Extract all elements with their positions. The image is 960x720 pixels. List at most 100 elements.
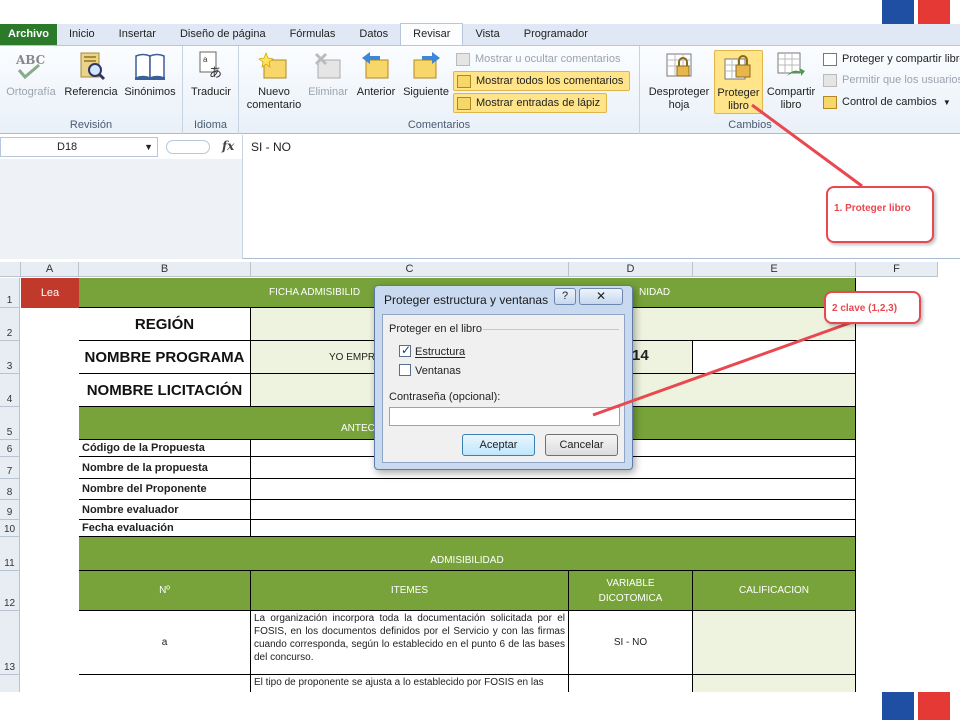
help-button[interactable]: ? [554,288,576,305]
row-header[interactable]: 11 [0,537,20,571]
column-header[interactable]: D [569,262,693,277]
tab-insertar[interactable]: Insertar [107,24,168,45]
password-input[interactable] [389,407,620,426]
compartir-libro-button[interactable]: Compartir libro [763,50,819,112]
label-nombre-proponente[interactable]: Nombre del Proponente [79,479,251,500]
formula-input[interactable]: SI - NO [251,140,291,154]
col-variable[interactable]: VARIABLE DICOTOMICA [569,571,693,611]
label-nombre-programa[interactable]: NOMBRE PROGRAMA [79,341,251,374]
value-nombre-proponente[interactable] [251,479,856,500]
value-nombre-evaluador[interactable] [251,500,856,520]
mostrar-todos-label: Mostrar todos los comentarios [476,75,624,87]
label-nombre-evaluador[interactable]: Nombre evaluador [79,500,251,520]
row-header[interactable]: 10 [0,520,20,537]
label-fecha[interactable]: Fecha evaluación [79,520,251,537]
proteger-compartir-button[interactable]: Proteger y compartir libro [820,50,960,70]
mostrar-entradas-button[interactable]: Mostrar entradas de lápiz [453,93,608,113]
mostrar-ocultar-label: Mostrar u ocultar comentarios [475,53,621,65]
row14-n[interactable] [79,675,251,692]
ortografia-button[interactable]: ABC Ortografía [2,50,60,99]
row-header[interactable]: 9 [0,500,20,520]
permitir-usuarios-button[interactable]: Permitir que los usuarios [820,71,960,91]
column-header[interactable]: E [693,262,856,277]
row-header[interactable]: 3 [0,341,20,374]
callout-clave: 2 clave (1,2,3) [824,291,921,324]
sinonimos-button[interactable]: Sinónimos [120,50,180,99]
row13-calificacion[interactable] [693,611,856,675]
column-header[interactable]: A [21,262,79,277]
row-header[interactable]: 7 [0,457,20,479]
column-header[interactable]: B [79,262,251,277]
row13-text[interactable]: La organización incorpora toda la docume… [251,611,569,675]
protect-workbook-icon [723,51,755,83]
name-box[interactable]: D18 ▼ [0,137,158,157]
cell-e3[interactable] [693,341,856,374]
row-header[interactable]: 2 [0,308,20,341]
row-header[interactable]: 6 [0,440,20,457]
ribbon-tabs: Archivo Inicio Insertar Diseño de página… [0,23,960,46]
desproteger-label-1: Desproteger [648,86,710,98]
header-ficha-right: NIDAD [639,287,671,298]
header-admisibilidad[interactable]: ADMISIBILIDAD [79,537,856,571]
research-icon [75,50,107,82]
traducir-button[interactable]: aあ Traducir [186,50,236,99]
row-header[interactable]: 13 [0,611,20,675]
chevron-down-icon[interactable]: ▼ [144,138,153,156]
column-header[interactable]: F [856,262,938,277]
insert-function-icon[interactable]: fx [222,139,234,153]
row14-variable[interactable] [569,675,693,692]
label-nombre-licitacion[interactable]: NOMBRE LICITACIÓN [79,374,251,407]
col-n[interactable]: Nº [79,571,251,611]
aceptar-button[interactable]: Aceptar [462,434,535,456]
row-header[interactable]: 5 [0,407,20,440]
estructura-label: Estructura [415,346,466,358]
row-header[interactable]: 1 [0,278,20,308]
label-codigo[interactable]: Código de la Propuesta [79,440,251,457]
estructura-checkbox[interactable]: Estructura [399,343,466,358]
tab-datos[interactable]: Datos [347,24,400,45]
desproteger-hoja-button[interactable]: Desproteger hoja [644,50,714,112]
group-label-revision: Revisión [69,119,113,131]
callout-proteger-libro: 1. Proteger libro [826,186,934,243]
anterior-button[interactable]: Anterior [351,50,401,99]
mostrar-todos-button[interactable]: Mostrar todos los comentarios [453,71,631,91]
group-divider [483,329,619,330]
proteger-libro-button[interactable]: Proteger libro [714,50,763,114]
label-region[interactable]: REGIÓN [79,308,251,341]
row-header[interactable]: 12 [0,571,20,611]
close-button[interactable]: ✕ [579,288,623,305]
spelling-icon: ABC [15,50,47,82]
thesaurus-icon [134,50,166,82]
tab-vista[interactable]: Vista [463,24,511,45]
tab-diseno[interactable]: Diseño de página [168,24,278,45]
row-header[interactable]: 8 [0,479,20,500]
row14-text[interactable]: El tipo de proponente se ajusta a lo est… [251,675,569,692]
nuevo-comentario-button[interactable]: Nuevo comentario [243,50,305,112]
tab-programador[interactable]: Programador [512,24,600,45]
row14-calificacion[interactable] [693,675,856,692]
tab-inicio[interactable]: Inicio [57,24,107,45]
row13-n[interactable]: a [79,611,251,675]
col-calificacion[interactable]: CALIFICACION [693,571,856,611]
group-label-comentarios: Comentarios [407,119,471,131]
siguiente-button[interactable]: Siguiente [401,50,451,99]
column-header[interactable]: C [251,262,569,277]
select-all-corner[interactable] [0,262,21,277]
control-cambios-button[interactable]: Control de cambios ▼ [820,93,951,113]
tab-archivo[interactable]: Archivo [0,24,57,45]
value-fecha[interactable] [251,520,856,537]
row13-variable[interactable]: SI - NO [569,611,693,675]
cancelar-button[interactable]: Cancelar [545,434,618,456]
mostrar-ocultar-button[interactable]: Mostrar u ocultar comentarios [453,50,621,70]
name-box-resize-handle[interactable] [166,140,210,154]
tab-revisar[interactable]: Revisar [400,23,464,45]
cell-a1[interactable]: Lea [21,278,79,308]
row-header[interactable] [0,675,20,692]
label-nombre-propuesta[interactable]: Nombre de la propuesta [79,457,251,479]
referencia-button[interactable]: Referencia [62,50,120,99]
row-header[interactable]: 4 [0,374,20,407]
tab-formulas[interactable]: Fórmulas [278,24,348,45]
eliminar-button[interactable]: Eliminar [305,50,351,99]
col-itemes[interactable]: ITEMES [251,571,569,611]
ventanas-checkbox[interactable]: Ventanas [399,364,461,377]
